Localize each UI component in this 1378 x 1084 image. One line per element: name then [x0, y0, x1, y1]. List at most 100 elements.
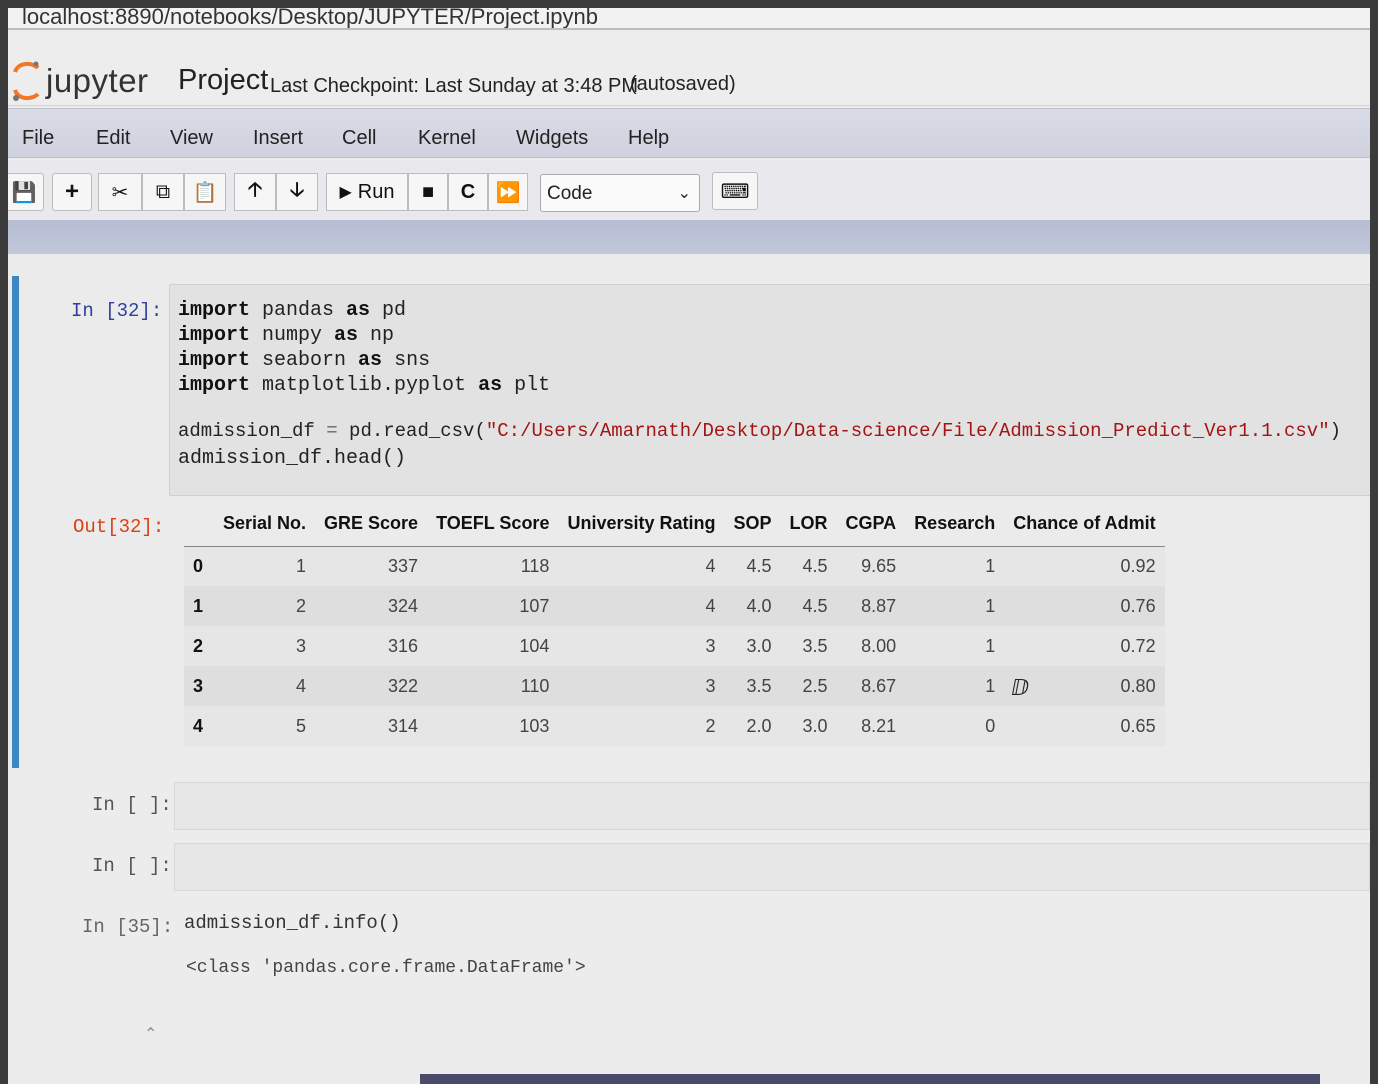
- table-cell: 1: [214, 546, 316, 586]
- row-index: 1: [184, 586, 214, 626]
- text-cursor-icon: ⅅ: [1011, 675, 1030, 700]
- jupyter-logo-icon[interactable]: [12, 60, 42, 102]
- table-cell: 1: [905, 666, 1005, 706]
- table-cell: 4.0: [724, 586, 781, 626]
- table-cell: 316: [315, 626, 428, 666]
- menu-insert[interactable]: Insert: [253, 127, 303, 150]
- table-cell: 8.21: [836, 706, 906, 746]
- table-cell: 8.00: [836, 626, 906, 666]
- code-input-area[interactable]: [174, 782, 1370, 830]
- table-cell: 0.65: [1004, 706, 1165, 746]
- chevron-down-icon: ⌄: [677, 185, 691, 202]
- paste-button[interactable]: 📋: [184, 173, 226, 211]
- row-index: 4: [184, 706, 214, 746]
- table-cell: 1: [905, 626, 1005, 666]
- table-cell: 107: [427, 586, 559, 626]
- copy-button[interactable]: ⧉: [142, 173, 184, 211]
- menu-cell[interactable]: Cell: [342, 127, 376, 150]
- column-header: SOP: [724, 502, 781, 547]
- code-input-area[interactable]: [174, 843, 1370, 891]
- url-bar[interactable]: localhost:8890/notebooks/Desktop/JUPYTER…: [8, 8, 1370, 30]
- table-cell: 4.5: [780, 586, 837, 626]
- code-input-area[interactable]: admission_df.info(): [184, 912, 401, 934]
- output-prompt: Out[32]:: [73, 516, 165, 538]
- table-cell: 322: [315, 666, 428, 706]
- menu-bar: File Edit View Insert Cell Kernel Widget…: [8, 108, 1370, 158]
- move-up-button[interactable]: 🡡: [234, 173, 276, 211]
- insert-cell-button[interactable]: +: [52, 173, 92, 211]
- row-index: 3: [184, 666, 214, 706]
- save-button[interactable]: 💾: [8, 173, 44, 211]
- table-cell: 3: [558, 626, 725, 666]
- cut-button[interactable]: ✂: [98, 173, 142, 211]
- cell-output: <class 'pandas.core.frame.DataFrame'>: [186, 958, 586, 978]
- table-cell: 2.5: [780, 666, 837, 706]
- cell-type-value: Code: [547, 183, 593, 204]
- table-cell: 8.67: [836, 666, 906, 706]
- interrupt-button[interactable]: ■: [408, 173, 448, 211]
- code-cell-selected[interactable]: In [32]: import pandas as pd import nump…: [12, 276, 1370, 768]
- save-icon: 💾: [11, 181, 37, 204]
- cell-type-select[interactable]: Code ⌄: [540, 174, 700, 212]
- row-index: 2: [184, 626, 214, 666]
- command-palette-button[interactable]: ⌨: [712, 172, 758, 210]
- move-button-group: 🡡 🡣: [234, 173, 318, 211]
- menu-view[interactable]: View: [170, 127, 213, 150]
- table-cell: 1: [905, 546, 1005, 586]
- menu-file[interactable]: File: [22, 127, 54, 150]
- checkpoint-status: Last Checkpoint: Last Sunday at 3:48 PM: [270, 75, 638, 97]
- run-label: Run: [357, 180, 395, 203]
- screen: localhost:8890/notebooks/Desktop/JUPYTER…: [8, 8, 1370, 1084]
- arrow-up-icon: 🡡: [247, 179, 263, 201]
- plus-icon: +: [64, 178, 79, 205]
- menu-help[interactable]: Help: [628, 127, 669, 150]
- restart-button[interactable]: C: [448, 173, 488, 211]
- table-cell: 324: [315, 586, 428, 626]
- menu-kernel[interactable]: Kernel: [418, 127, 476, 150]
- table-cell: 0.72: [1004, 626, 1165, 666]
- table-row: 4 5 314 103 2 2.0 3.0 8.21 0 0.65: [184, 706, 1165, 746]
- table-header-row: Serial No. GRE Score TOEFL Score Univers…: [184, 502, 1165, 547]
- table-cell: 1: [905, 586, 1005, 626]
- fast-forward-icon: ⏩: [495, 181, 521, 204]
- run-button[interactable]: ▶ Run: [326, 173, 408, 211]
- column-header: Serial No.: [214, 502, 316, 547]
- table-cell: 337: [315, 546, 428, 586]
- table-cell: 2.0: [724, 706, 781, 746]
- input-prompt: In [ ]:: [92, 794, 172, 816]
- copy-icon: ⧉: [155, 180, 171, 203]
- menu-widgets[interactable]: Widgets: [516, 127, 588, 150]
- table-cell: 0.92: [1004, 546, 1165, 586]
- header-separator: [8, 220, 1370, 254]
- code-line: admission_df.head(): [178, 447, 407, 470]
- menu-edit[interactable]: Edit: [96, 127, 130, 150]
- table-cell: 118: [427, 546, 559, 586]
- table-cell: 3.5: [724, 666, 781, 706]
- table-cell: 9.65: [836, 546, 906, 586]
- input-prompt: In [35]:: [82, 916, 174, 938]
- notebook-header: jupyter Project Last Checkpoint: Last Su…: [8, 32, 1370, 106]
- table-cell: 3.0: [724, 626, 781, 666]
- table-cell: 3.5: [780, 626, 837, 666]
- code-line: import matplotlib.pyplot as plt: [178, 374, 551, 397]
- collapse-output-icon[interactable]: ⌃: [144, 1024, 157, 1044]
- play-icon: ▶: [339, 184, 352, 201]
- move-down-button[interactable]: 🡣: [276, 173, 318, 211]
- table-cell: 5: [214, 706, 316, 746]
- keyboard-icon: ⌨: [720, 180, 750, 203]
- column-header: TOEFL Score: [427, 502, 559, 547]
- restart-run-all-button[interactable]: ⏩: [488, 173, 528, 211]
- edit-button-group: ✂ ⧉ 📋: [98, 173, 226, 211]
- code-line: admission_df = pd.read_csv("C:/Users/Ama…: [178, 420, 1342, 442]
- code-line: import seaborn as sns: [178, 349, 431, 372]
- table-cell: 4: [558, 586, 725, 626]
- column-header: University Rating: [558, 502, 725, 547]
- column-header: GRE Score: [315, 502, 428, 547]
- code-input-area[interactable]: import pandas as pd import numpy as np i…: [169, 284, 1370, 496]
- arrow-down-icon: 🡣: [289, 179, 305, 201]
- notebook-title[interactable]: Project: [178, 64, 268, 97]
- input-prompt: In [ ]:: [92, 855, 172, 877]
- table-cell: 0: [905, 706, 1005, 746]
- table-cell: 4.5: [780, 546, 837, 586]
- logo-text[interactable]: jupyter: [46, 62, 149, 100]
